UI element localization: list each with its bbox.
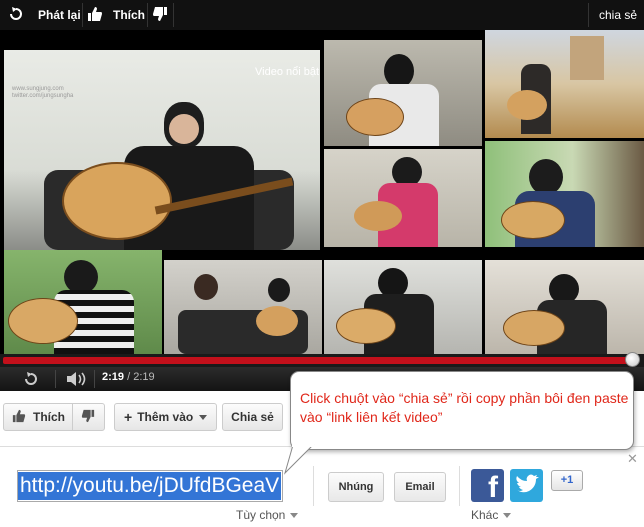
progress-scrubber-handle[interactable]: [625, 352, 640, 367]
related-video-thumbnail[interactable]: [324, 40, 482, 146]
close-share-panel-icon[interactable]: ✕: [627, 451, 638, 467]
replay-button[interactable]: Phát lại: [8, 0, 81, 30]
email-button[interactable]: Email: [394, 472, 446, 502]
plus-icon: +: [124, 409, 133, 425]
add-to-button[interactable]: + Thêm vào: [114, 403, 217, 431]
share-url-field[interactable]: http://youtu.be/jDUfdBGeaV: [17, 470, 283, 502]
video-watermark: www.sungjung.com twitter.com/jungsungha: [12, 86, 74, 99]
replay-icon: [8, 6, 24, 25]
embed-button[interactable]: Nhúng: [328, 472, 384, 502]
like-dislike-group: Thích: [3, 403, 105, 431]
current-time: 2:19: [102, 371, 125, 383]
more-dropdown[interactable]: Khác: [471, 508, 512, 522]
dislike-action-button[interactable]: [73, 409, 103, 426]
featured-video-thumbnail[interactable]: [4, 50, 320, 250]
share-button[interactable]: Chia sẻ: [222, 403, 283, 431]
replay-label: Phát lại: [38, 8, 81, 22]
add-to-label: Thêm vào: [137, 410, 194, 424]
caret-down-icon: [199, 414, 208, 420]
thumbs-down-icon: [152, 6, 168, 25]
volume-icon[interactable]: [66, 371, 88, 392]
options-dropdown[interactable]: Tùy chọn: [236, 508, 299, 522]
thumbs-up-icon: [12, 409, 26, 426]
share-top-button[interactable]: chia sẻ: [599, 0, 637, 30]
share-label: Chia sẻ: [231, 410, 274, 424]
featured-video-label: Video nổi bật: [255, 66, 320, 78]
player-top-bar: Phát lại Thích chia sẻ: [0, 0, 644, 30]
progress-fill: [3, 357, 631, 364]
youtube-player-screen: Video nổi bật www.sungjung.com twitter.c…: [0, 0, 644, 527]
related-video-thumbnail[interactable]: [164, 260, 322, 354]
thumbs-down-icon: [81, 409, 95, 426]
like-action-label: Thích: [33, 410, 65, 424]
facebook-share-icon[interactable]: f: [471, 469, 504, 502]
share-top-label: chia sẻ: [599, 8, 638, 22]
related-video-thumbnail[interactable]: [4, 250, 162, 354]
thumbs-up-icon: [87, 6, 103, 25]
related-video-thumbnail[interactable]: [485, 30, 644, 138]
dislike-button[interactable]: [152, 0, 168, 30]
like-label: Thích: [113, 8, 145, 22]
embed-label: Nhúng: [338, 481, 374, 493]
google-plus-one-label: +1: [560, 474, 574, 486]
like-action-button[interactable]: Thích: [4, 409, 72, 426]
related-video-thumbnail[interactable]: [324, 260, 482, 354]
like-button[interactable]: Thích: [87, 0, 145, 30]
more-label: Khác: [471, 508, 499, 522]
callout-pointer: [283, 443, 315, 475]
total-time: 2:19: [133, 371, 155, 383]
share-url-selected-text[interactable]: http://youtu.be/jDUfdBGeaV: [18, 472, 282, 500]
caret-down-icon: [503, 512, 512, 518]
time-display: 2:19 / 2:19: [102, 371, 155, 383]
related-video-thumbnail[interactable]: [485, 141, 644, 247]
instruction-callout-text: Click chuột vào “chia sẻ” rồi copy phần …: [300, 390, 629, 425]
options-label: Tùy chọn: [236, 508, 286, 522]
twitter-share-icon[interactable]: [510, 469, 543, 502]
google-plus-one-button[interactable]: +1: [551, 470, 583, 491]
caret-down-icon: [290, 512, 299, 518]
time-separator: /: [127, 371, 131, 383]
related-video-thumbnail[interactable]: [324, 149, 482, 247]
email-label: Email: [405, 481, 435, 493]
video-area[interactable]: Video nổi bật www.sungjung.com twitter.c…: [0, 30, 644, 354]
replay-control-icon[interactable]: [23, 371, 39, 392]
related-video-thumbnail[interactable]: [485, 260, 644, 354]
